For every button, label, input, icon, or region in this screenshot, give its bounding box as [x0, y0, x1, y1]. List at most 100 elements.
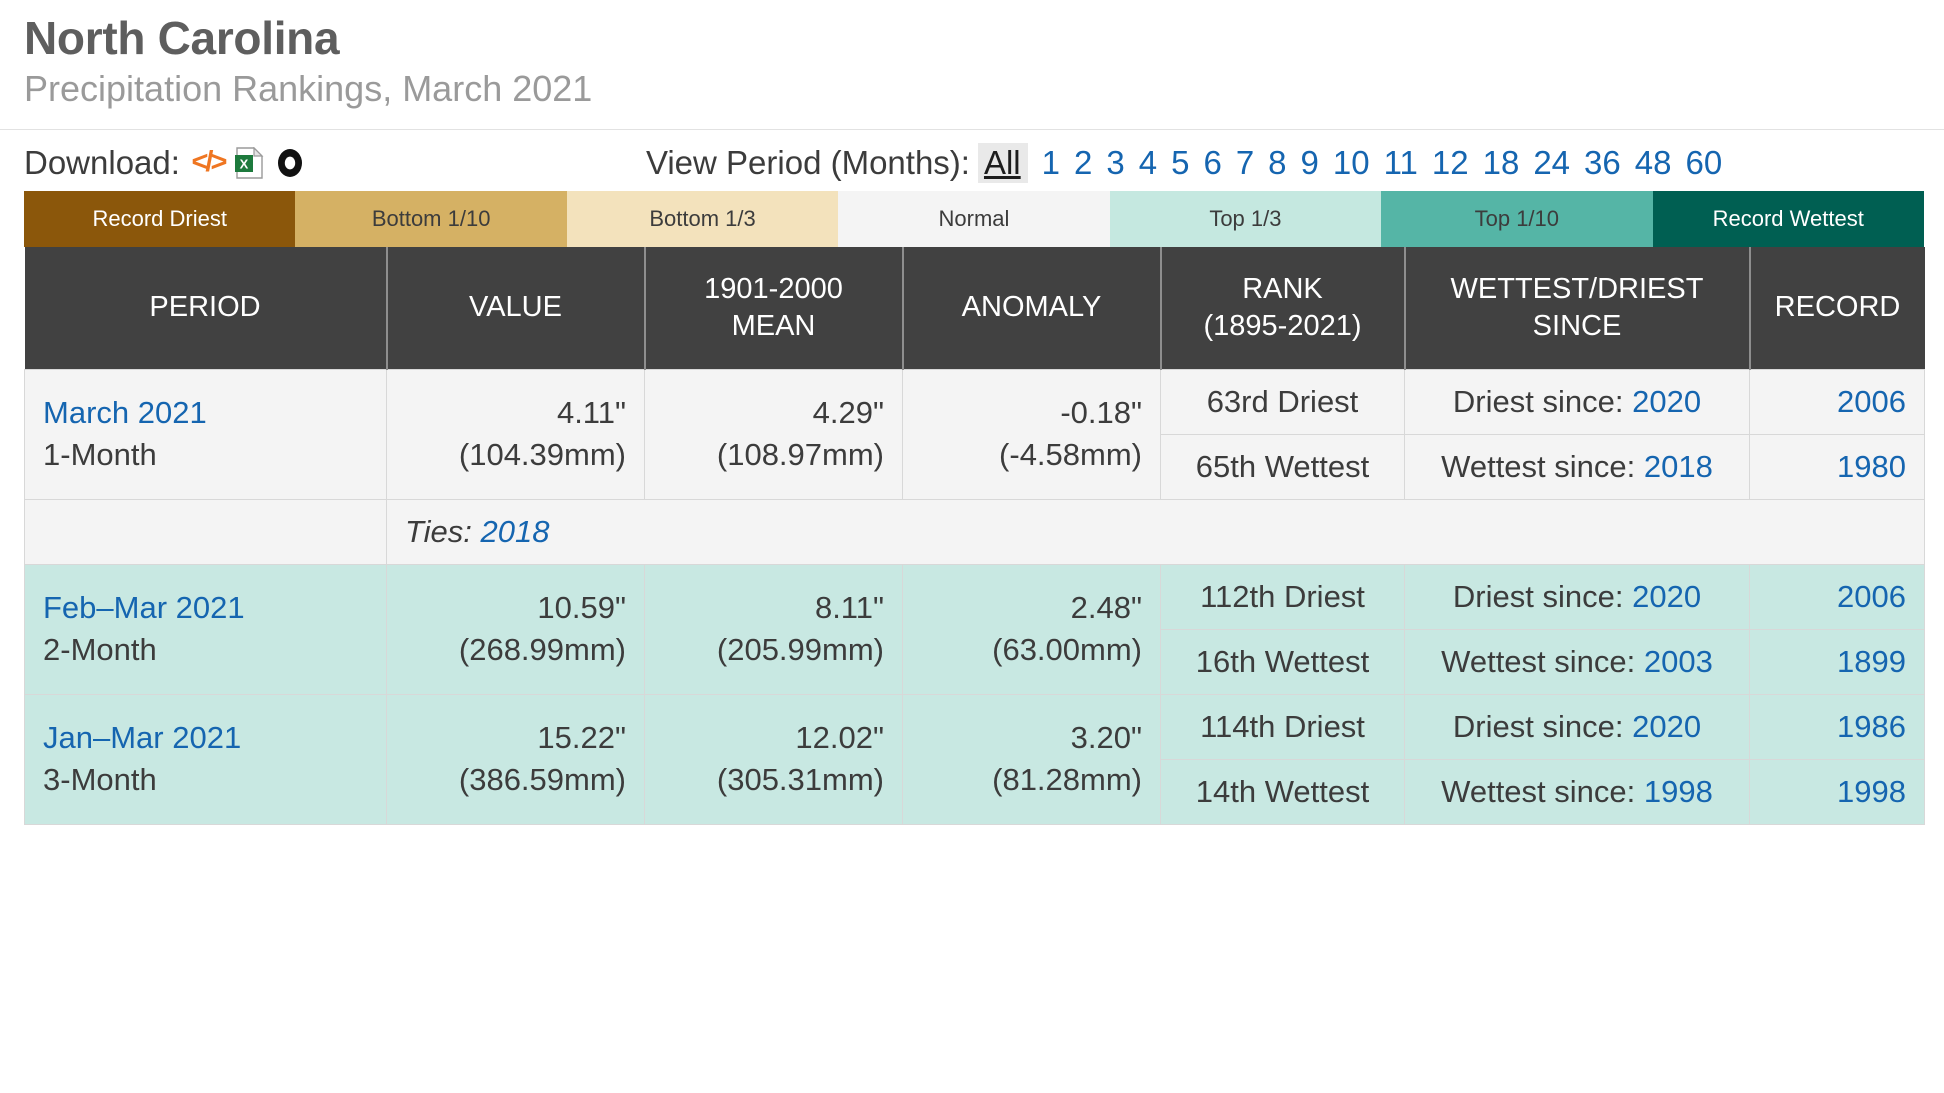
driest-since-year[interactable]: 2020: [1632, 384, 1701, 419]
view-period-label: View Period (Months):: [645, 143, 970, 181]
view-period-all[interactable]: All: [977, 142, 1028, 183]
cell-value: 4.11" (104.39mm): [386, 368, 645, 500]
view-period-8[interactable]: 8: [1268, 144, 1286, 182]
period-sublabel: 3-Month: [43, 762, 157, 798]
cell-wettest-since: Wettest since: 1998: [1404, 758, 1750, 825]
period-link[interactable]: Feb–Mar 2021: [43, 587, 368, 629]
cell-rank-driest: 114th Driest: [1160, 693, 1405, 760]
anomaly-inches: -0.18": [1060, 395, 1142, 431]
cell-period: Jan–Mar 2021 3-Month: [24, 693, 387, 825]
anomaly-mm: (-4.58mm): [999, 437, 1142, 473]
value-mm: (268.99mm): [458, 632, 626, 668]
rankings-table: PERIOD VALUE 1901-2000 MEAN ANOMALY RANK…: [24, 247, 1925, 825]
cell-value: 10.59" (268.99mm): [386, 563, 645, 695]
cell-driest-since: Driest since: 2020: [1404, 693, 1750, 760]
cell-value: 15.22" (386.59mm): [386, 693, 645, 825]
legend-label: Top 1/3: [1209, 206, 1282, 232]
period-sublabel: 2-Month: [43, 632, 157, 668]
view-period-1[interactable]: 1: [1042, 144, 1060, 182]
view-period-36[interactable]: 36: [1584, 144, 1621, 182]
legend-cell-1: Bottom 1/10: [295, 191, 567, 248]
print-icon[interactable]: [274, 147, 306, 179]
value-mm: (386.59mm): [458, 762, 626, 798]
view-period-24[interactable]: 24: [1533, 144, 1570, 182]
mean-mm: (305.31mm): [716, 762, 884, 798]
cell-rank-wettest: 16th Wettest: [1160, 628, 1405, 695]
cell-rank-driest: 63rd Driest: [1160, 368, 1405, 435]
cell-rank-wettest: 14th Wettest: [1160, 758, 1405, 825]
driest-since-year[interactable]: 2020: [1632, 579, 1701, 614]
view-period-48[interactable]: 48: [1635, 144, 1672, 182]
cell-record-wettest: 1899: [1749, 628, 1925, 695]
col-header-mean: 1901-2000 MEAN: [643, 247, 904, 370]
col-header-since: WETTEST/DRIEST SINCE: [1403, 247, 1751, 370]
cell-anomaly: 2.48" (63.00mm): [902, 563, 1161, 695]
cell-mean: 4.29" (108.97mm): [644, 368, 903, 500]
cell-record-driest: 2006: [1749, 563, 1925, 630]
mean-mm: (108.97mm): [716, 437, 884, 473]
table-row: Feb–Mar 2021 2-Month 10.59" (268.99mm) 8.11"…: [24, 563, 1925, 695]
toolbar: Download: </> X View Period (Months): Al…: [0, 129, 1944, 191]
cell-record-wettest: 1998: [1749, 758, 1925, 825]
excel-icon[interactable]: X: [233, 146, 265, 179]
cell-rank-wettest: 65th Wettest: [1160, 433, 1405, 500]
cell-ties: Ties: 2018: [386, 498, 1925, 565]
view-period-10[interactable]: 10: [1333, 144, 1370, 182]
page-title: North Carolina: [24, 12, 340, 64]
record-wettest-year[interactable]: 1980: [1837, 449, 1906, 484]
legend-label: Record Driest: [92, 206, 227, 232]
code-icon[interactable]: </>: [191, 147, 227, 179]
svg-text:X: X: [240, 156, 249, 171]
record-driest-year[interactable]: 1986: [1837, 709, 1906, 744]
view-period-2[interactable]: 2: [1074, 144, 1092, 182]
view-period-12[interactable]: 12: [1432, 144, 1469, 182]
wettest-since-year[interactable]: 1998: [1644, 774, 1713, 809]
anomaly-mm: (63.00mm): [992, 632, 1142, 668]
period-sublabel: 1-Month: [43, 437, 157, 473]
legend-cell-5: Top 1/10: [1381, 191, 1653, 248]
driest-since-year[interactable]: 2020: [1632, 709, 1701, 744]
cell-anomaly: -0.18" (-4.58mm): [902, 368, 1161, 500]
view-period-60[interactable]: 60: [1685, 144, 1722, 182]
anomaly-mm: (81.28mm): [992, 762, 1142, 798]
cell-mean: 12.02" (305.31mm): [644, 693, 903, 825]
cell-driest-since: Driest since: 2020: [1404, 563, 1750, 630]
view-period-4[interactable]: 4: [1139, 144, 1157, 182]
value-inches: 4.11": [556, 395, 626, 431]
ties-row: Ties: 2018: [24, 498, 1925, 565]
view-period-9[interactable]: 9: [1301, 144, 1319, 182]
legend-cell-0: Record Driest: [24, 191, 296, 248]
period-link[interactable]: March 2021: [43, 392, 368, 434]
ties-year[interactable]: 2018: [481, 514, 550, 549]
cell-rank-driest: 112th Driest: [1160, 563, 1405, 630]
view-period-3[interactable]: 3: [1106, 144, 1124, 182]
legend-label: Bottom 1/3: [649, 206, 756, 232]
cell-driest-since: Driest since: 2020: [1404, 368, 1750, 435]
record-driest-year[interactable]: 2006: [1837, 384, 1906, 419]
view-period-18[interactable]: 18: [1483, 144, 1520, 182]
record-wettest-year[interactable]: 1899: [1837, 644, 1906, 679]
view-period-6[interactable]: 6: [1203, 144, 1221, 182]
legend-cell-2: Bottom 1/3: [566, 191, 839, 248]
mean-inches: 8.11": [814, 590, 884, 626]
record-wettest-year[interactable]: 1998: [1837, 774, 1906, 809]
view-period-7[interactable]: 7: [1236, 144, 1254, 182]
cell-mean: 8.11" (205.99mm): [644, 563, 903, 695]
value-mm: (104.39mm): [458, 437, 626, 473]
cell-record-driest: 1986: [1749, 693, 1925, 760]
ranking-legend: Record Driest Bottom 1/10 Bottom 1/3 Normal…: [24, 191, 1924, 248]
mean-inches: 12.02": [795, 720, 884, 756]
view-period-5[interactable]: 5: [1171, 144, 1189, 182]
col-header-period: PERIOD: [24, 247, 388, 370]
view-period-11[interactable]: 11: [1384, 144, 1418, 182]
cell-wettest-since: Wettest since: 2018: [1404, 433, 1750, 500]
legend-label: Normal: [938, 206, 1010, 232]
wettest-since-year[interactable]: 2018: [1644, 449, 1713, 484]
rankings-page: North Carolina Precipitation Rankings, M…: [0, 0, 1944, 1093]
download-icon-group: </> X: [191, 146, 306, 179]
wettest-since-year[interactable]: 2003: [1644, 644, 1713, 679]
anomaly-inches: 3.20": [1070, 720, 1142, 756]
record-driest-year[interactable]: 2006: [1837, 579, 1906, 614]
download-label: Download:: [24, 143, 180, 181]
period-link[interactable]: Jan–Mar 2021: [43, 717, 368, 759]
